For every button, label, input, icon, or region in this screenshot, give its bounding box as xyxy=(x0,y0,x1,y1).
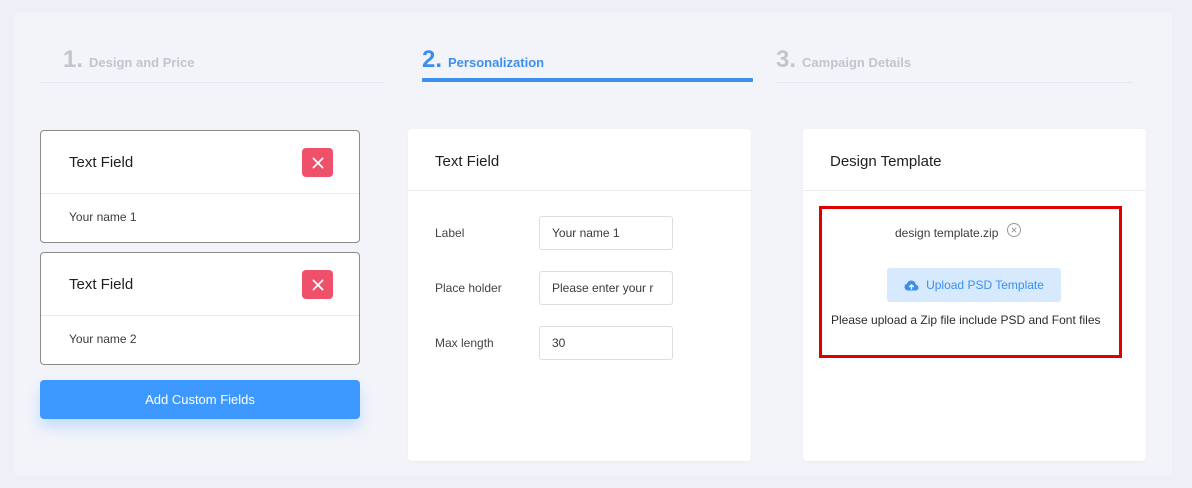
step-divider xyxy=(40,82,385,83)
upload-hint: Please upload a Zip file include PSD and… xyxy=(831,313,1101,327)
close-icon xyxy=(312,157,323,168)
step-number: 2. xyxy=(422,46,443,73)
custom-field-card[interactable]: Text Field Your name 1 xyxy=(40,130,360,243)
custom-field-value: Your name 1 xyxy=(69,210,137,224)
design-template-header: Design Template xyxy=(803,129,1146,191)
step-label: Personalization xyxy=(448,55,545,70)
custom-field-title: Text Field xyxy=(69,154,134,171)
upload-button-label: Upload PSD Template xyxy=(926,278,1044,292)
circle-close-icon[interactable] xyxy=(1007,223,1022,237)
custom-field-title: Text Field xyxy=(69,276,134,293)
uploaded-file: design template.zip xyxy=(895,223,1022,240)
step-number: 1. xyxy=(63,46,84,73)
step-design-and-price[interactable]: 1. Design and Price xyxy=(63,46,195,74)
custom-field-card[interactable]: Text Field Your name 2 xyxy=(40,252,360,365)
cloud-upload-icon xyxy=(904,280,919,291)
placeholder-caption: Place holder xyxy=(435,281,502,295)
add-custom-fields-button[interactable]: Add Custom Fields xyxy=(40,380,360,419)
placeholder-input[interactable] xyxy=(539,271,673,305)
file-name: design template.zip xyxy=(895,226,999,240)
label-input[interactable] xyxy=(539,216,673,250)
step-label: Design and Price xyxy=(89,55,195,70)
design-template-title: Design Template xyxy=(830,153,942,170)
step-campaign-details[interactable]: 3. Campaign Details xyxy=(776,46,911,74)
custom-field-header: Text Field xyxy=(41,131,359,194)
step-label: Campaign Details xyxy=(802,55,912,70)
active-step-indicator xyxy=(422,78,753,82)
label-caption: Label xyxy=(435,226,465,240)
max-length-caption: Max length xyxy=(435,336,494,350)
step-divider xyxy=(776,82,1133,83)
custom-field-value: Your name 2 xyxy=(69,332,137,346)
close-icon xyxy=(1011,227,1017,233)
field-editor-card: Text Field Label Place holder Max length xyxy=(408,129,751,461)
upload-psd-template-button[interactable]: Upload PSD Template xyxy=(887,268,1061,302)
delete-field-button[interactable] xyxy=(302,148,333,177)
step-personalization[interactable]: 2. Personalization xyxy=(422,46,544,74)
delete-field-button[interactable] xyxy=(302,270,333,299)
step-number: 3. xyxy=(776,46,797,73)
max-length-input[interactable] xyxy=(539,326,673,360)
field-editor-header: Text Field xyxy=(408,129,751,191)
field-editor-title: Text Field xyxy=(435,153,500,170)
close-icon xyxy=(312,279,323,290)
custom-field-header: Text Field xyxy=(41,253,359,316)
